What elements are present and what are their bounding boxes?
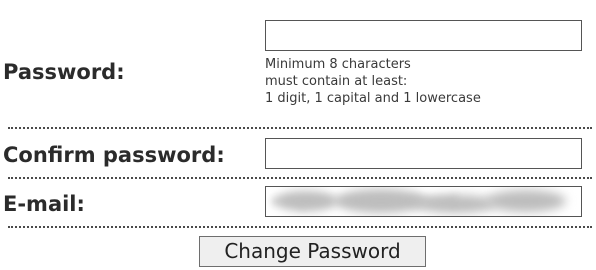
change-password-form: Password: Minimum 8 characters must cont… — [0, 0, 596, 270]
password-label: Password: — [3, 60, 125, 84]
blur-overlay — [416, 195, 496, 213]
confirm-password-label: Confirm password: — [3, 143, 225, 167]
hint-line: must contain at least: — [265, 74, 408, 89]
confirm-password-input[interactable] — [265, 138, 582, 169]
email-label: E-mail: — [3, 192, 85, 216]
password-requirements-hint: Minimum 8 characters must contain at lea… — [265, 56, 481, 107]
hint-line: 1 digit, 1 capital and 1 lowercase — [265, 91, 481, 106]
hint-line: Minimum 8 characters — [265, 57, 411, 72]
email-input[interactable]: •••c••••••••••••i••••l — [265, 186, 582, 217]
blur-overlay — [486, 190, 566, 212]
blur-overlay — [276, 191, 336, 211]
change-password-button[interactable]: Change Password — [199, 236, 426, 267]
blur-overlay — [336, 189, 426, 213]
row-divider — [8, 127, 592, 129]
password-input[interactable] — [265, 20, 582, 51]
row-divider — [8, 226, 592, 228]
row-divider — [8, 177, 592, 179]
